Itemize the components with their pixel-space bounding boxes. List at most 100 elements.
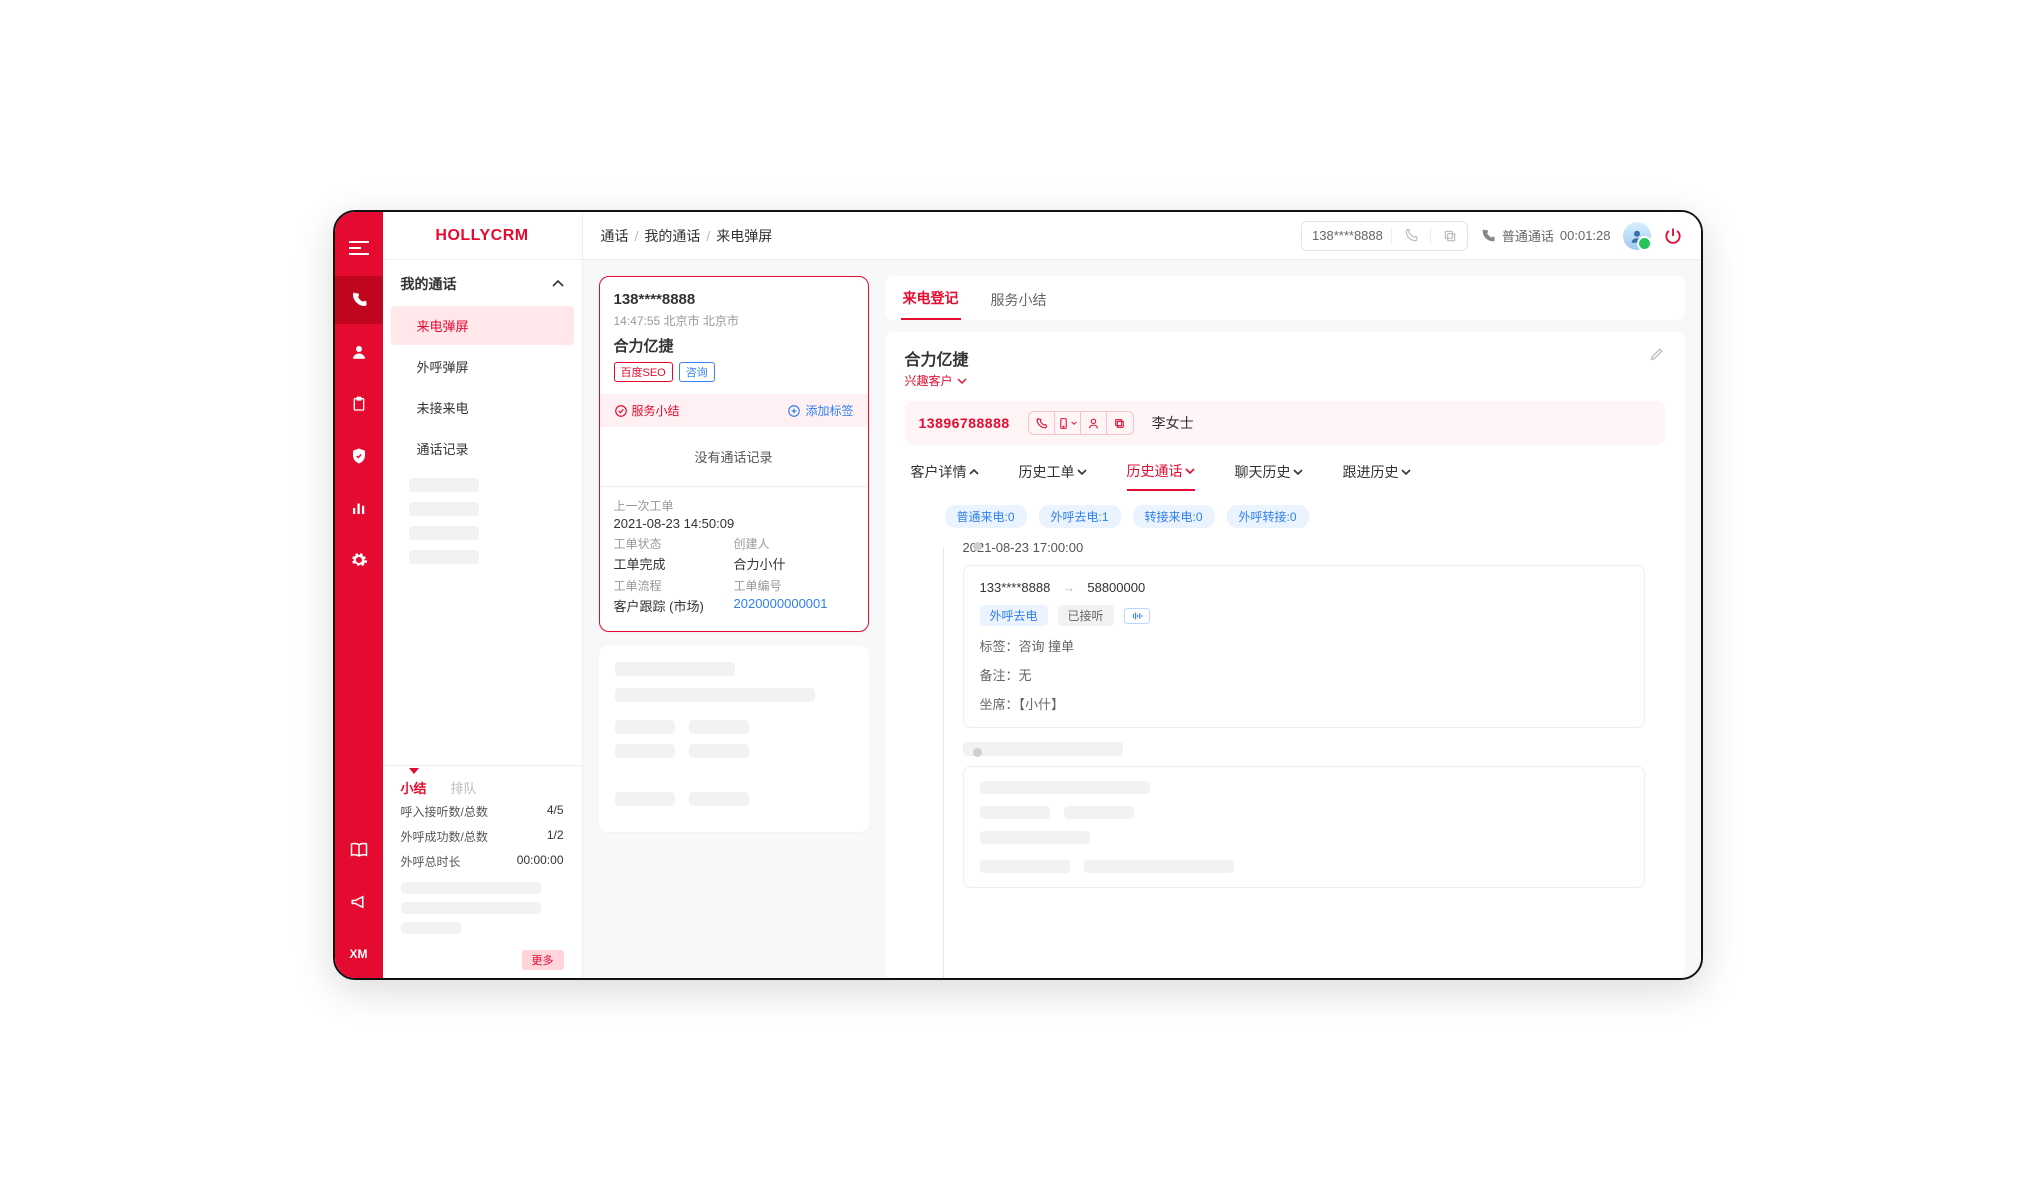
timeline-card: 133****8888 → 58800000 外呼去电 已接听: [963, 565, 1645, 728]
dial-copy-icon[interactable]: [1439, 229, 1461, 243]
left-rail: XM: [335, 212, 383, 978]
power-icon[interactable]: [1663, 226, 1683, 246]
topbar: 通话/ 我的通话/ 来电弹屏 138****8888 普通通话 00:01:28: [583, 212, 1701, 260]
breadcrumb: 通话/ 我的通话/ 来电弹屏: [601, 226, 773, 246]
brand-logo: HOLLYCRM: [383, 212, 582, 260]
stat-row: 外呼总时长 00:00:00: [383, 849, 582, 874]
timeline-tags: 标签：咨询 撞单: [980, 636, 1628, 655]
histtab-chat[interactable]: 聊天历史: [1235, 461, 1303, 491]
sidebar-skeleton: [409, 550, 479, 564]
rail-clipboard-icon[interactable]: [335, 380, 383, 428]
arrow-right-icon: →: [1062, 580, 1075, 595]
call-state: 普通通话 00:01:28: [1480, 226, 1611, 245]
chevron-down-icon: [1077, 469, 1087, 475]
left-column: 138****8888 14:47:55 北京市 北京市 合力亿捷 百度SEO …: [599, 276, 869, 978]
rail-book-icon[interactable]: [335, 826, 383, 874]
tab-service-summary[interactable]: 服务小结: [989, 290, 1049, 320]
histtab-orders[interactable]: 历史工单: [1019, 461, 1087, 491]
menu-icon[interactable]: [335, 224, 383, 272]
contact-phone: 13896788888: [919, 415, 1010, 431]
customer-panel: 合力亿捷 兴趣客户 13896788888: [885, 332, 1685, 978]
dial-input-group: 138****8888: [1301, 221, 1468, 251]
rail-shield-icon[interactable]: [335, 432, 383, 480]
action-call-icon[interactable]: [1029, 412, 1055, 434]
edit-icon[interactable]: [1649, 346, 1665, 362]
action-copy-icon[interactable]: [1107, 412, 1133, 434]
sidebar-section-header[interactable]: 我的通话: [383, 260, 582, 304]
sidebar-skeleton: [409, 478, 479, 492]
right-column: 来电登记 服务小结 合力亿捷 兴趣客户: [885, 276, 1685, 978]
chip[interactable]: 转接来电:0: [1133, 505, 1215, 528]
chevron-down-icon: [1293, 469, 1303, 475]
sidebar-item-missed[interactable]: 未接来电: [391, 388, 574, 427]
empty-records: 没有通话记录: [614, 427, 854, 486]
chip[interactable]: 普通来电:0: [945, 505, 1027, 528]
call-type-badge: 外呼去电: [980, 605, 1048, 626]
call-status-badge: 已接听: [1058, 605, 1114, 626]
timeline-seat: 坐席：【小什】: [980, 694, 1628, 713]
contact-person: 李女士: [1152, 413, 1194, 433]
sidebar: HOLLYCRM 我的通话 来电弹屏 外呼弹屏 未接来电 通话记录 小结 排队 …: [383, 212, 583, 978]
rail-user-icon[interactable]: [335, 328, 383, 376]
incoming-call-card: 138****8888 14:47:55 北京市 北京市 合力亿捷 百度SEO …: [599, 276, 869, 632]
sidebar-item-outgoing-popup[interactable]: 外呼弹屏: [391, 347, 574, 386]
timeline-time: 2021-08-23 17:00:00: [963, 538, 1645, 555]
rail-xm-label[interactable]: XM: [335, 930, 383, 978]
histtab-calls[interactable]: 历史通话: [1127, 461, 1195, 491]
chevron-up-icon: [552, 280, 564, 288]
sidebar-section-label: 我的通话: [401, 274, 457, 294]
call-type-chips: 普通来电:0 外呼去电:1 转接来电:0 外呼转接:0: [905, 491, 1665, 528]
stats-skeleton: [401, 882, 541, 894]
stat-row: 外呼成功数/总数 1/2: [383, 824, 582, 849]
histtab-detail[interactable]: 客户详情: [911, 461, 979, 491]
waveform-icon[interactable]: [1124, 608, 1150, 624]
chevron-down-icon: [957, 378, 967, 384]
timeline-card-skeleton: [963, 766, 1645, 888]
dial-phone-icon[interactable]: [1400, 229, 1422, 243]
call-phone: 138****8888: [614, 291, 854, 308]
customer-name: 合力亿捷: [905, 346, 969, 370]
tab-incoming-register[interactable]: 来电登记: [901, 288, 961, 320]
add-tag-button[interactable]: 添加标签: [787, 402, 853, 419]
stat-row: 呼入接听数/总数 4/5: [383, 799, 582, 824]
rail-phone-icon[interactable]: [335, 276, 383, 324]
rail-chart-icon[interactable]: [335, 484, 383, 532]
chip[interactable]: 外呼转接:0: [1227, 505, 1309, 528]
app-frame: XM HOLLYCRM 我的通话 来电弹屏 外呼弹屏 未接来电 通话记录 小结 …: [333, 210, 1703, 980]
dial-number[interactable]: 138****8888: [1312, 228, 1383, 243]
customer-stage[interactable]: 兴趣客户: [905, 372, 969, 389]
rail-megaphone-icon[interactable]: [335, 878, 383, 926]
stats-tab-queue[interactable]: 排队: [451, 778, 477, 797]
sidebar-item-incoming-popup[interactable]: 来电弹屏: [391, 306, 574, 345]
avatar[interactable]: [1623, 222, 1651, 250]
sidebar-item-records[interactable]: 通话记录: [391, 429, 574, 468]
last-order-time: 2021-08-23 14:50:09: [614, 516, 854, 531]
chip[interactable]: 外呼去电:1: [1039, 505, 1121, 528]
action-user-icon[interactable]: [1081, 412, 1107, 434]
service-summary-button[interactable]: 服务小结: [614, 402, 680, 419]
phone-solid-icon: [1480, 228, 1496, 244]
histtab-follow[interactable]: 跟进历史: [1343, 461, 1411, 491]
timeline: 2021-08-23 17:00:00 133****8888 → 588000…: [905, 528, 1665, 978]
stats-skeleton: [401, 902, 541, 914]
rail-gear-icon[interactable]: [335, 536, 383, 584]
action-mobile-icon[interactable]: [1055, 412, 1081, 434]
stats-more-button[interactable]: 更多: [522, 950, 564, 970]
history-tabs: 客户详情 历史工单 历史通话 聊天历史 跟进历史: [905, 445, 1665, 491]
sidebar-nav: 来电弹屏 外呼弹屏 未接来电 通话记录: [383, 304, 582, 574]
order-number-link[interactable]: 2020000000001: [734, 596, 854, 611]
sidebar-skeleton: [409, 526, 479, 540]
placeholder-card: [599, 646, 869, 832]
chevron-up-icon: [969, 469, 979, 475]
stats-skeleton: [401, 922, 461, 934]
contact-action-group: [1028, 411, 1134, 435]
call-company: 合力亿捷: [614, 335, 854, 356]
tag-badge: 百度SEO: [614, 362, 673, 382]
call-time-location: 14:47:55 北京市 北京市: [614, 312, 854, 329]
sidebar-skeleton: [409, 502, 479, 516]
contact-row: 13896788888 李女士: [905, 401, 1665, 445]
chevron-down-icon: [1401, 469, 1411, 475]
content-tabs: 来电登记 服务小结: [885, 276, 1685, 320]
stats-tab-summary[interactable]: 小结: [401, 778, 427, 797]
call-from: 133****8888: [980, 580, 1051, 595]
